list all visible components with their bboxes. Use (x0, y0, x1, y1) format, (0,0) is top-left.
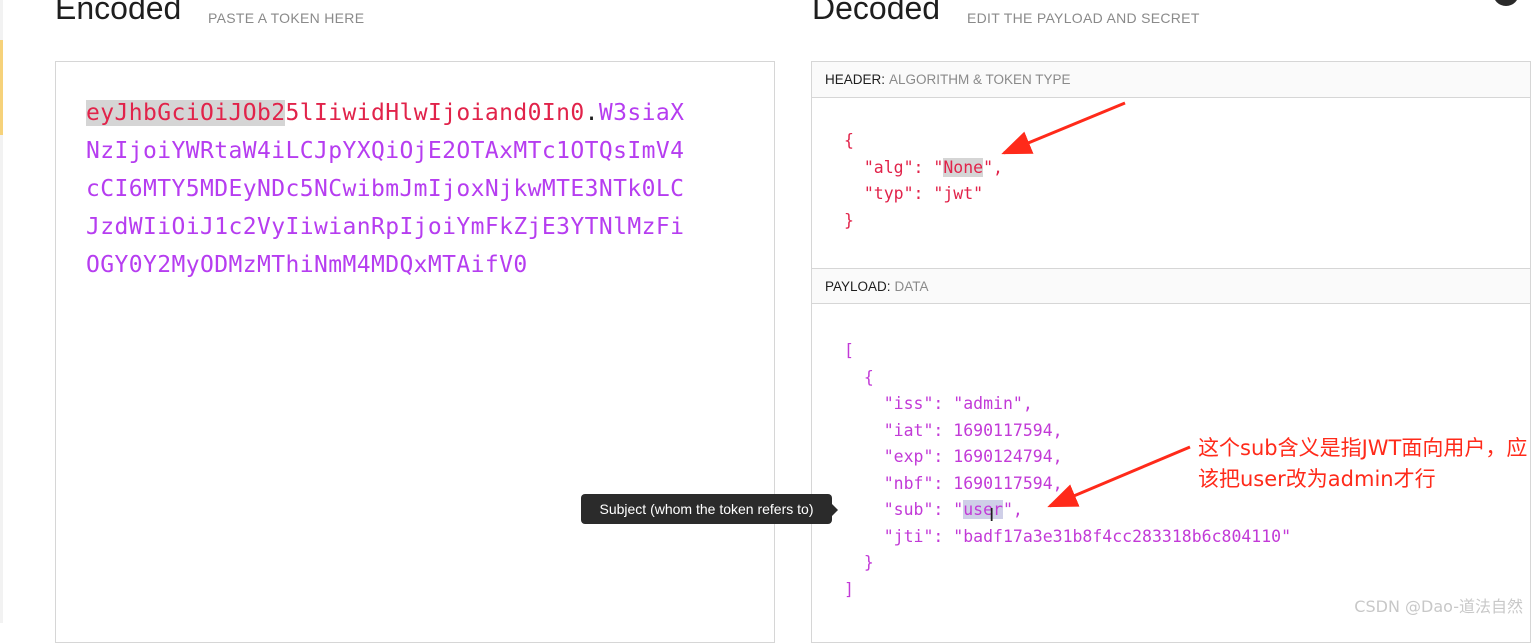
alg-key: "alg" (863, 157, 914, 177)
payload-array-close: ] (844, 579, 854, 599)
payload-object-close: } (863, 553, 874, 572)
payload-array-open: [ (844, 341, 854, 360)
decoded-panel: HEADER: ALGORITHM & TOKEN TYPE { "alg": "… (811, 61, 1531, 643)
jti-key: "jti" (883, 526, 934, 546)
sub-value[interactable]: user (963, 500, 1003, 519)
header-open-brace: { (844, 131, 854, 150)
subject-tooltip: Subject (whom the token refers to) (581, 494, 838, 524)
alg-quote-close: ", (983, 157, 1003, 177)
header-label: HEADER: (825, 72, 886, 87)
payload-description: DATA (894, 279, 929, 294)
exp-key: "exp" (883, 447, 934, 466)
sub-key[interactable]: "sub" (884, 500, 934, 519)
encoded-title: Encoded (55, 0, 182, 26)
nbf-key: "nbf" (883, 473, 934, 493)
iat-key: "iat" (883, 420, 934, 440)
header-section-heading: HEADER: ALGORITHM & TOKEN TYPE (812, 62, 1530, 98)
typ-value[interactable]: "jwt" (933, 184, 983, 203)
tooltip-arrow (832, 504, 838, 516)
left-edge-strip (0, 0, 3, 623)
token-dot: . (584, 100, 599, 126)
text-cursor-icon: I (989, 505, 995, 526)
jti-value[interactable]: "badf17a3e31b8f4cc283318b6c804110" (953, 527, 1291, 546)
token-header-part: eyJhbGciOiJOb25lIiwidHlwIjoiand0In0 (86, 100, 585, 126)
header-description: ALGORITHM & TOKEN TYPE (889, 72, 1071, 87)
encoded-subtitle: PASTE A TOKEN HERE (208, 10, 365, 26)
iss-key: "iss" (883, 394, 934, 413)
encoded-token-text[interactable]: eyJhbGciOiJOb25lIiwidHlwIjoiand0In0.W3si… (86, 94, 686, 284)
nbf-value[interactable]: 1690117594, (953, 474, 1062, 493)
corner-badge-icon[interactable] (1493, 0, 1519, 6)
token-header-selected: eyJhbGciOiJOb2 (86, 100, 286, 126)
header-close-brace: } (844, 210, 854, 230)
payload-label: PAYLOAD: (825, 279, 891, 294)
token-header-rest: 5lIiwidHlwIjoiand0In0 (285, 100, 585, 126)
alg-value[interactable]: None (943, 157, 984, 177)
typ-key: "typ" (863, 184, 914, 203)
token-payload-part: W3siaXNzIjoiYWRtaW4iLCJpYXQiOjE2OTAxMTc1… (86, 100, 685, 278)
payload-section-heading: PAYLOAD: DATA (812, 268, 1530, 304)
header-json-editor[interactable]: { "alg": "None", "typ": "jwt" } (844, 128, 1003, 234)
payload-object-open: { (863, 367, 874, 387)
decoded-title: Decoded (812, 0, 941, 26)
sub-quote-close: ", (1002, 500, 1023, 519)
tooltip-text: Subject (whom the token refers to) (599, 501, 814, 517)
decoded-subtitle: EDIT THE PAYLOAD AND SECRET (967, 10, 1200, 26)
exp-value[interactable]: 1690124794, (953, 447, 1062, 466)
alg-quote-open: " (933, 157, 944, 177)
iat-value[interactable]: 1690117594, (953, 421, 1062, 440)
watermark: CSDN @Dao-道法自然 (1354, 597, 1523, 616)
iss-value[interactable]: "admin", (953, 394, 1032, 413)
left-edge-accent (0, 40, 3, 135)
sub-quote-open: " (953, 500, 964, 519)
annotation-note: 这个sub含义是指JWT面向用户，应该把user改为admin才行 (1198, 436, 1528, 491)
encoded-token-panel[interactable]: eyJhbGciOiJOb25lIiwidHlwIjoiand0In0.W3si… (55, 61, 775, 643)
